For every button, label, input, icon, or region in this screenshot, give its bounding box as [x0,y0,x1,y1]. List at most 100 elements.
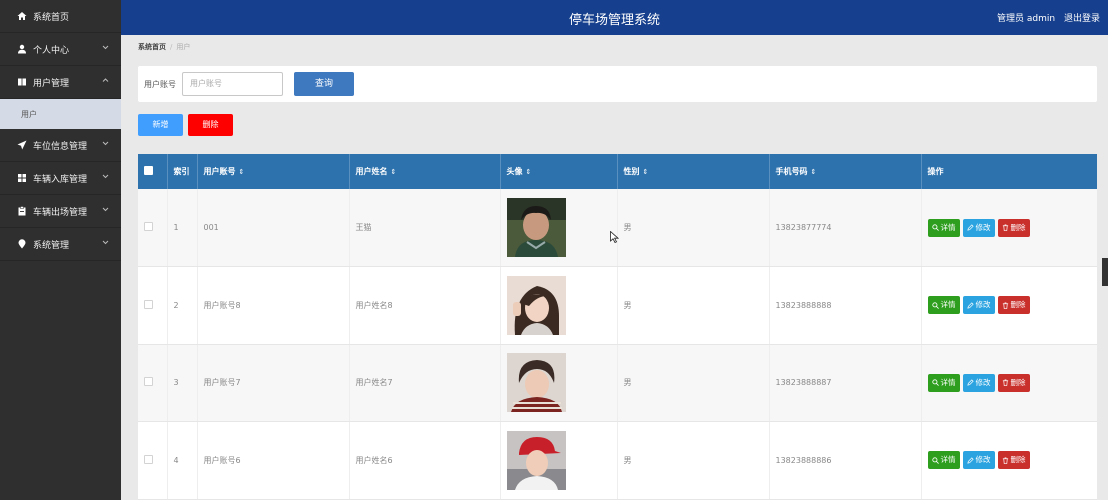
delete-button[interactable]: 删除 [997,296,1030,315]
delete-button[interactable]: 删除 [997,373,1030,392]
mouse-cursor-icon [610,231,619,243]
gender-cell: 男 [617,189,770,267]
batch-delete-button[interactable]: 删除 [188,114,233,136]
column-header-phone[interactable]: 手机号码 ⇕ [769,154,922,189]
sidebar: 系统首页 个人中心 用户管理 用户 车位信息管理 车辆入库管理 车辆出场管理 系… [0,0,121,500]
sidebar-item-parking-spots[interactable]: 车位信息管理 [0,129,121,162]
user-icon [16,44,28,54]
select-all-checkbox[interactable] [144,166,153,175]
sidebar-item-label: 车辆出场管理 [33,207,88,218]
trash-icon [1002,457,1008,464]
pin-icon [16,239,28,249]
sidebar-item-label: 车辆入库管理 [33,174,88,185]
sidebar-item-vehicle-out[interactable]: 车辆出场管理 [0,195,121,228]
users-table: 索引 用户账号 ⇕ 用户姓名 ⇕ 头像 ⇕ 性别 ⇕ 手机号码 ⇕ 操作 1 001 王猫… [138,154,1097,500]
avatar-cell [500,266,618,345]
sidebar-item-home[interactable]: 系统首页 [0,0,121,33]
clipboard-icon [16,206,28,216]
table-row: 1 001 王猫 男 13823877774 详情 修改 删除 [138,189,1097,267]
table-row: 3 用户账号7 用户姓名7 男 13823888887 详情 修改 删除 [138,344,1097,422]
delete-button[interactable]: 删除 [997,451,1030,470]
chevron-down-icon [102,239,109,249]
row-checkbox[interactable] [144,454,153,464]
pencil-icon [966,224,974,231]
phone-cell: 13823888887 [769,344,922,422]
row-select-cell [138,189,168,267]
breadcrumb: 系统首页 / 用户 [138,42,190,52]
table-row: 2 用户账号8 用户姓名8 男 13823888888 详情 修改 删除 [138,266,1097,345]
sort-icon[interactable]: ⇕ [811,168,817,176]
account-cell: 用户账号7 [197,344,350,422]
pencil-icon [966,379,974,386]
column-header-account[interactable]: 用户账号 ⇕ [197,154,350,189]
sort-icon[interactable]: ⇕ [526,168,532,176]
delete-button[interactable]: 删除 [997,218,1030,237]
detail-button[interactable]: 详情 [927,451,960,470]
row-checkbox[interactable] [144,299,153,309]
gender-cell: 男 [617,421,770,500]
sort-icon[interactable]: ⇕ [391,168,397,176]
search-label: 用户账号 [144,80,176,89]
sort-icon[interactable]: ⇕ [239,168,245,176]
sidebar-subitem-label: 用户 [21,109,37,119]
column-header-gender[interactable]: 性别 ⇕ [617,154,770,189]
edit-button[interactable]: 修改 [962,218,995,237]
table-header-row: 索引 用户账号 ⇕ 用户姓名 ⇕ 头像 ⇕ 性别 ⇕ 手机号码 ⇕ 操作 [138,154,1097,189]
avatar-cell [500,344,618,422]
name-cell: 用户姓名6 [349,421,501,500]
trash-icon [1002,302,1008,309]
header-user-area: 管理员 admin 退出登录 [991,11,1100,24]
trash-icon [1002,379,1008,387]
avatar-image [506,430,566,490]
sidebar-item-users[interactable]: 用户管理 [0,66,121,99]
home-icon [16,11,28,21]
scrollbar-thumb[interactable] [1102,258,1108,286]
sort-icon[interactable]: ⇕ [643,168,649,176]
account-cell: 001 [197,189,350,267]
logout-link[interactable]: 退出登录 [1064,14,1100,24]
admin-label: 管理员 admin [997,14,1056,24]
sidebar-item-label: 用户管理 [33,78,70,89]
search-icon [931,224,939,231]
name-cell: 用户姓名8 [349,266,501,345]
search-input[interactable]: 用户账号 [182,72,283,96]
index-cell: 4 [167,421,198,500]
gender-cell: 男 [617,266,770,345]
detail-button[interactable]: 详情 [927,296,960,315]
account-cell: 用户账号6 [197,421,350,500]
sidebar-item-personal[interactable]: 个人中心 [0,33,121,66]
trash-icon [1002,224,1008,231]
column-header-actions: 操作 [921,154,1097,189]
breadcrumb-separator: / [170,43,173,51]
add-button[interactable]: 新增 [138,114,183,136]
search-icon [931,457,939,464]
edit-button[interactable]: 修改 [962,373,995,392]
sidebar-item-system[interactable]: 系统管理 [0,228,121,261]
detail-button[interactable]: 详情 [927,373,960,392]
app-title: 停车场管理系统 [568,13,660,28]
gender-cell: 男 [617,344,770,422]
query-button[interactable]: 查询 [294,72,354,96]
column-header-avatar[interactable]: 头像 ⇕ [500,154,618,189]
row-checkbox[interactable] [144,377,153,387]
book-icon [16,77,28,87]
row-checkbox[interactable] [144,222,153,231]
edit-button[interactable]: 修改 [962,451,995,470]
sidebar-item-vehicle-in[interactable]: 车辆入库管理 [0,162,121,195]
detail-button[interactable]: 详情 [927,218,960,237]
chevron-down-icon [102,44,109,54]
name-cell: 王猫 [349,189,501,267]
grid-icon [16,173,28,183]
chevron-down-icon [102,173,109,183]
sidebar-subitem-user[interactable]: 用户 [0,99,121,129]
select-all-header [138,154,168,189]
pencil-icon [966,302,974,309]
index-cell: 2 [167,266,198,345]
edit-button[interactable]: 修改 [962,296,995,315]
top-header: 停车场管理系统 管理员 admin 退出登录 [121,0,1108,35]
breadcrumb-home[interactable]: 系统首页 [138,43,166,51]
avatar-cell [500,189,618,267]
actions-cell: 详情 修改 删除 [921,266,1097,345]
avatar-image [506,275,566,335]
column-header-name[interactable]: 用户姓名 ⇕ [349,154,501,189]
